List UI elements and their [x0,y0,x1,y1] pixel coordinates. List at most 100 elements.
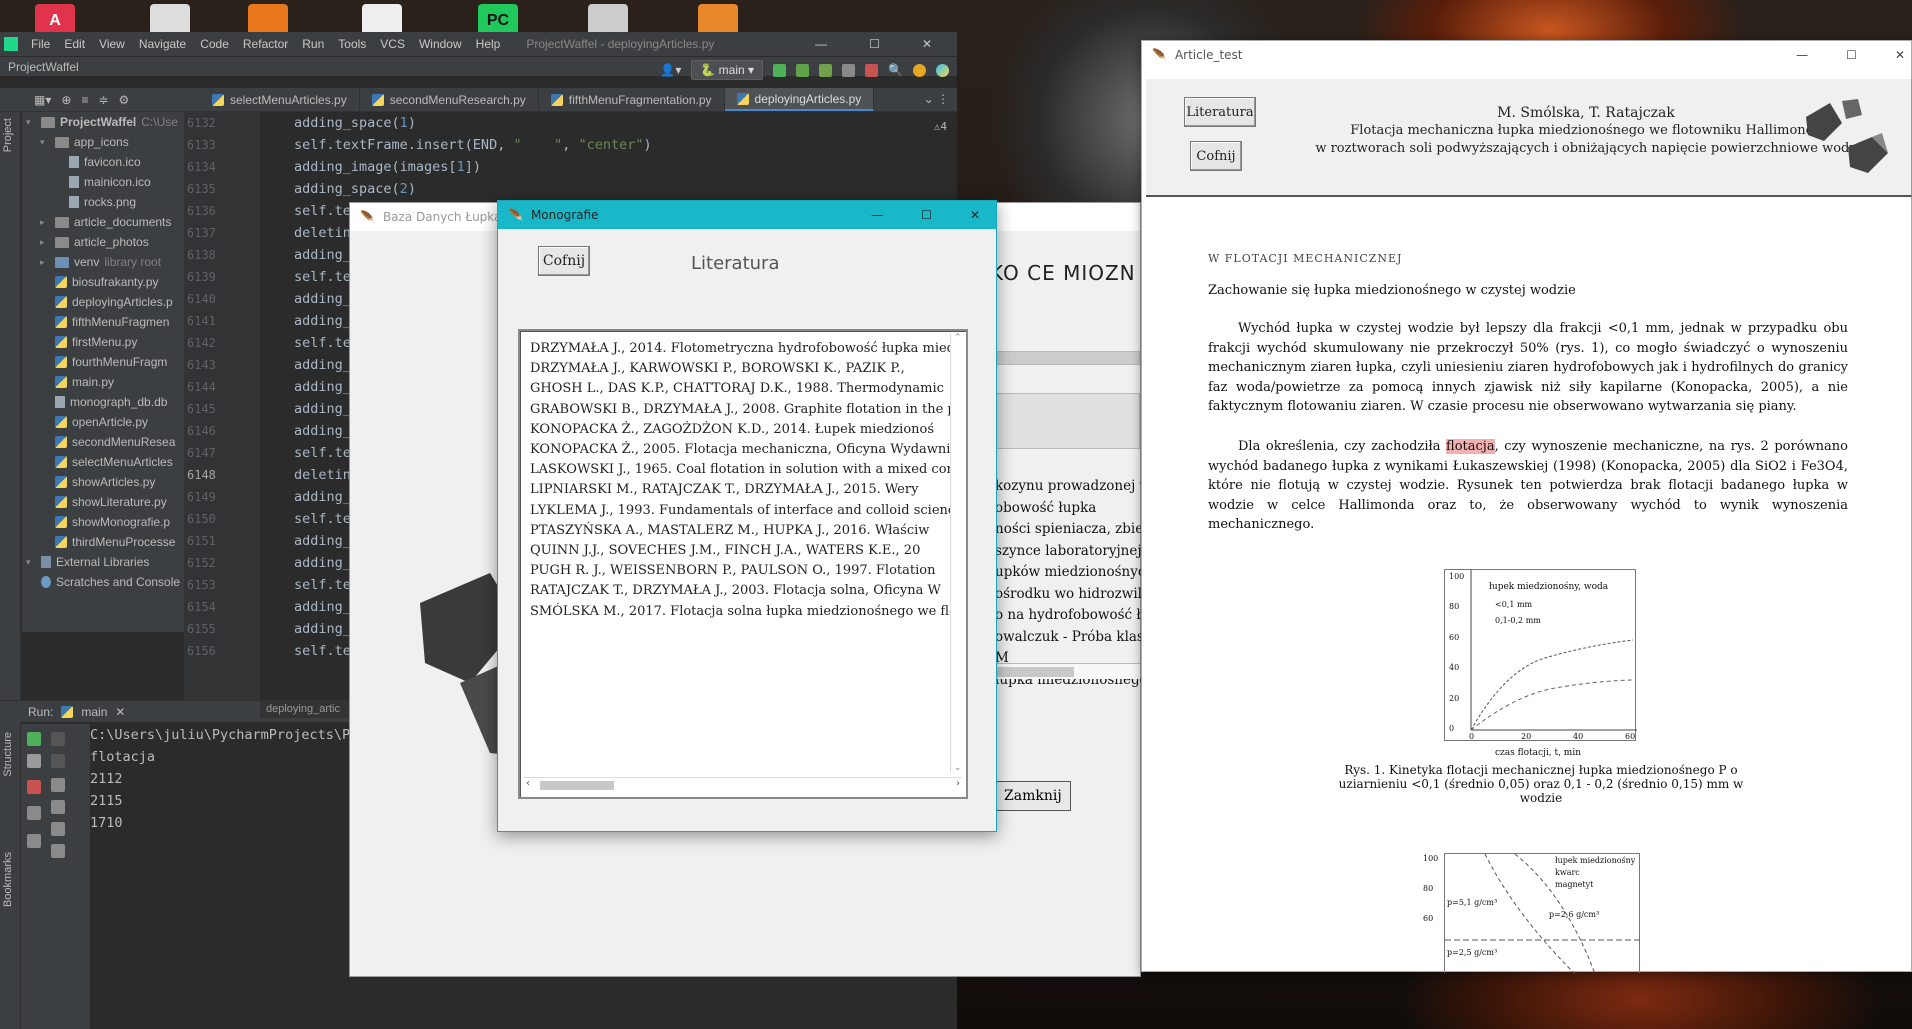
tree-item[interactable]: ▾ ProjectWaffel C:\Use [22,112,184,132]
tree-item[interactable]: openArticle.py [22,412,184,432]
rerun-icon[interactable] [773,63,787,77]
code-line[interactable]: adding_image(images[1]) [260,156,957,178]
list-item[interactable]: o na hydrofobowość łup [995,607,1158,623]
horizontal-scrollbar[interactable]: ‹ › [524,777,962,793]
code-line[interactable]: self.textFrame.insert(END, " ", "center"… [260,134,957,156]
run-config-tab[interactable]: main [81,705,107,719]
rerun-icon[interactable] [27,732,41,746]
project-tool-tab[interactable]: Project [2,118,14,152]
trash-icon[interactable] [51,844,65,858]
menu-run[interactable]: Run [295,37,331,51]
up-arrow-icon[interactable] [51,732,65,746]
literature-textbox[interactable]: DRZYMAŁA J., 2014. Flotometryczna hydrof… [518,329,968,799]
tree-item[interactable]: Scratches and Console [22,572,184,592]
maximize-icon[interactable]: ☐ [921,208,932,222]
menu-code[interactable]: Code [193,37,236,51]
list-item[interactable]: upków miedzionośnych [995,564,1154,580]
tree-item[interactable]: deployingArticles.p [22,292,184,312]
menu-navigate[interactable]: Navigate [132,37,193,51]
warnings-indicator[interactable]: ⚠4 [900,116,947,138]
scroll-end-icon[interactable] [51,800,65,814]
tree-item[interactable]: biosufrakanty.py [22,272,184,292]
add-user-icon[interactable]: 👤▾ [660,63,681,77]
tree-item[interactable]: rocks.png [22,192,184,212]
list-item[interactable]: szynce laboratoryjnej w [995,543,1157,559]
menu-window[interactable]: Window [412,37,469,51]
close-tab-icon[interactable]: ✕ [115,705,125,719]
stop-icon[interactable] [27,780,41,794]
search-icon[interactable]: 🔍 [888,63,903,77]
list-item[interactable]: kozynu prowadzonej w [995,478,1151,494]
collapse-icon[interactable]: ≑ [98,93,108,107]
tree-item[interactable]: ▾ app_icons [22,132,184,152]
maximize-icon[interactable]: ☐ [1846,48,1857,62]
code-line[interactable]: adding_space(1) [260,112,957,134]
list-item[interactable]: obowość łupka [995,500,1096,516]
pin-icon[interactable] [27,834,41,848]
bookmarks-tool-tab[interactable]: Bookmarks [2,852,14,907]
tree-item[interactable]: ▸ article_photos [22,232,184,252]
menu-vcs[interactable]: VCS [373,37,412,51]
target-icon[interactable]: ⊕ [61,93,71,107]
tree-item[interactable]: firstMenu.py [22,332,184,352]
list-item[interactable]: owalczuk - Próba klasy [995,629,1152,645]
minimize-icon[interactable]: — [871,208,883,222]
tree-item[interactable]: secondMenuResea [22,432,184,452]
chevron-icon[interactable]: ▾ [26,112,36,132]
menu-view[interactable]: View [92,37,132,51]
tree-item[interactable]: showLiterature.py [22,492,184,512]
chevron-icon[interactable]: ▸ [40,252,50,272]
tree-item[interactable]: fifthMenuFragmen [22,312,184,332]
code-line[interactable]: adding_space(2) [260,178,957,200]
profile-icon[interactable] [842,63,856,77]
menu-help[interactable]: Help [469,37,508,51]
chevron-icon[interactable]: ▸ [40,212,50,232]
list-item[interactable]: ności spieniacza, zbiera [995,521,1158,537]
tree-item[interactable]: fourthMenuFragm [22,352,184,372]
chevron-icon[interactable]: ▾ [40,132,50,152]
layout-icon[interactable] [27,806,41,820]
tree-item[interactable]: showMonografie.p [22,512,184,532]
branch-selector[interactable]: 🐍 main ▾ [691,60,764,80]
menu-edit[interactable]: Edit [57,37,92,51]
tree-item[interactable]: main.py [22,372,184,392]
back-button[interactable]: Cofnij [1190,141,1242,171]
gear-icon[interactable]: ⚙ [119,93,130,107]
structure-tool-tab[interactable]: Structure [2,732,14,777]
literature-button[interactable]: Literatura [1184,97,1256,127]
debug-icon[interactable] [796,63,810,77]
tree-item[interactable]: thirdMenuProcesse [22,532,184,552]
jetbrains-icon[interactable] [936,63,949,77]
menu-tools[interactable]: Tools [331,37,373,51]
coverage-icon[interactable] [819,63,833,77]
editor-tab[interactable]: selectMenuArticles.py [200,88,360,111]
tree-item[interactable]: ▸ article_documents [22,212,184,232]
chevron-icon[interactable]: ▾ [26,552,36,572]
editor-tab[interactable]: deployingArticles.py [724,88,875,111]
expand-icon[interactable]: ≡ [81,93,88,107]
print-icon[interactable] [51,822,65,836]
minimize-icon[interactable]: — [1796,48,1808,62]
close-icon[interactable]: ✕ [970,208,980,222]
tree-item[interactable]: favicon.ico [22,152,184,172]
tree-item[interactable]: mainicon.ico [22,172,184,192]
close-icon[interactable]: ✕ [1895,48,1905,62]
tree-item[interactable]: monograph_db.db [22,392,184,412]
stop-icon[interactable] [865,63,879,77]
soft-wrap-icon[interactable] [51,778,65,792]
tree-item[interactable]: showArticles.py [22,472,184,492]
vertical-scrollbar[interactable]: ⌃ ⌄ [950,333,964,773]
close-icon[interactable]: ✕ [915,37,939,51]
down-arrow-icon[interactable] [51,754,65,768]
chevron-down-icon[interactable]: ⌄ ⋮ [916,88,957,111]
tree-item[interactable]: selectMenuArticles [22,452,184,472]
back-button[interactable]: Cofnij [538,246,590,276]
minimize-icon[interactable]: — [808,37,834,51]
menu-refactor[interactable]: Refactor [236,37,295,51]
maximize-icon[interactable]: ☐ [862,37,887,51]
update-icon[interactable] [913,63,926,77]
chevron-icon[interactable]: ▸ [40,232,50,252]
tree-item[interactable]: ▸ venv library root [22,252,184,272]
tree-item[interactable]: ▾ External Libraries [22,552,184,572]
menu-file[interactable]: File [24,37,57,51]
